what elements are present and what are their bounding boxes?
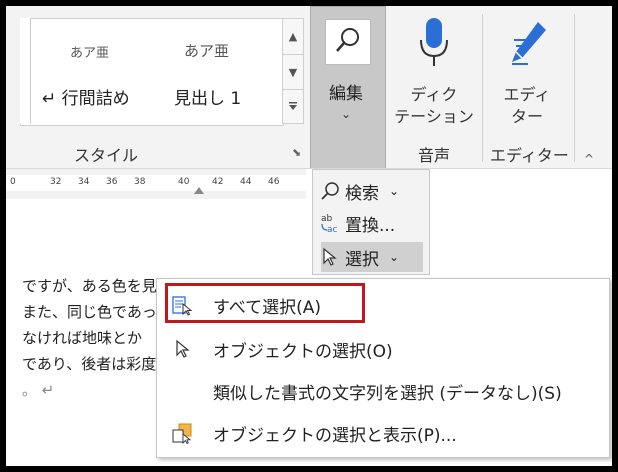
cursor-arrow-icon: [319, 246, 341, 268]
edit-button[interactable]: 編集 ⌄: [310, 6, 386, 169]
microphone-icon: [418, 16, 450, 74]
document-line: また、同じ色であっ: [22, 303, 157, 321]
highlight-box: [165, 283, 365, 323]
document-line: 。 ↵: [22, 381, 55, 399]
editor-label: エディ ター: [484, 84, 570, 128]
menu-item-selection-pane[interactable]: オブジェクトの選択と表示(P)...: [157, 413, 609, 453]
ribbon-separator: [482, 14, 483, 162]
svg-text:ab: ab: [321, 214, 333, 224]
search-icon: [325, 19, 371, 65]
editor-button[interactable]: エディ ター: [484, 6, 570, 136]
replace-icon: ab ac: [319, 212, 341, 234]
document-line: なければ地味とか: [22, 329, 143, 347]
editor-pen-icon: [508, 20, 548, 70]
menu-item-select-similar-formatting[interactable]: 類似した書式の文字列を選択 (データなし)(S): [157, 371, 609, 411]
find-button[interactable]: 検索 ⌄: [319, 176, 399, 206]
chevron-up-icon[interactable]: ▲: [283, 19, 303, 53]
ribbon: あア亜 あア亜 ↵ 行間詰め 見出し 1 ▲ ▼ スタイル ⬊ 編集 ⌄ ディク…: [6, 6, 612, 169]
voice-group-label: 音声: [418, 146, 451, 165]
chevron-down-icon[interactable]: ▼: [283, 54, 303, 90]
dictation-label-line2: テーション: [394, 107, 474, 126]
styles-gallery[interactable]: [20, 18, 284, 126]
dialog-launcher-icon[interactable]: ⬊: [292, 146, 301, 159]
edit-button-label: 編集: [329, 84, 363, 104]
indent-marker[interactable]: [194, 187, 204, 194]
ribbon-separator: [574, 14, 575, 162]
ruler-tick: 36: [106, 177, 118, 187]
styles-group-label: スタイル: [74, 146, 139, 165]
chevron-down-icon: ⌄: [341, 107, 352, 121]
ruler-tick: 42: [212, 177, 224, 187]
editor-label-line1: エディ: [503, 85, 551, 104]
styles-scroll: ▲ ▼: [282, 18, 304, 124]
select-button[interactable]: 選択 ⌄: [319, 242, 399, 272]
select-label: 選択: [345, 249, 379, 270]
editor-label-line2: ター: [510, 107, 543, 126]
select-menu: すべて選択(A) オブジェクトの選択(O) 類似した書式の文字列を選択 (データ…: [156, 278, 610, 458]
replace-button[interactable]: ab ac 置換...: [319, 208, 395, 238]
menu-item-label: オブジェクトの選択と表示(P)...: [213, 425, 457, 446]
styles-gallery-edge: [20, 18, 31, 124]
chevron-down-icon: ⌄: [389, 184, 400, 198]
edit-dropdown: 検索 ⌄ ab ac 置換... 選択 ⌄: [312, 169, 430, 275]
style-no-spacing[interactable]: ↵ 行間詰め: [42, 84, 130, 109]
cursor-arrow-icon: [171, 338, 193, 360]
more-styles-icon[interactable]: [283, 89, 303, 123]
ruler-tick: 44: [240, 177, 252, 187]
ruler-tick: 34: [78, 177, 90, 187]
selection-pane-icon: [171, 422, 193, 444]
style-preview-1: あア亜: [70, 46, 110, 61]
svg-text:ac: ac: [327, 225, 338, 234]
ruler-tick: 32: [50, 177, 62, 187]
style-heading-1[interactable]: 見出し 1: [174, 84, 241, 109]
menu-item-label: 類似した書式の文字列を選択 (データなし)(S): [213, 383, 562, 404]
ruler-tick: 38: [134, 177, 146, 187]
menu-item-label: オブジェクトの選択(O): [213, 341, 393, 362]
document-line: であり、後者は彩度: [22, 355, 157, 373]
ruler-tick: 0: [10, 177, 16, 187]
replace-label: 置換...: [345, 215, 396, 236]
dictation-label: ディク テーション: [390, 84, 478, 128]
horizontal-ruler[interactable]: 0 32 34 36 38 40 42 44 46: [6, 169, 306, 199]
chevron-down-icon: ⌄: [389, 250, 400, 264]
find-label: 検索: [345, 183, 379, 204]
editor-group-label: エディター: [490, 146, 569, 165]
screenshot-frame: あア亜 あア亜 ↵ 行間詰め 見出し 1 ▲ ▼ スタイル ⬊ 編集 ⌄ ディク…: [0, 0, 618, 472]
dictation-button[interactable]: ディク テーション: [390, 6, 478, 136]
collapse-ribbon-icon[interactable]: ^: [584, 152, 594, 166]
search-icon: [319, 180, 341, 202]
dictation-label-line1: ディク: [410, 85, 458, 104]
ruler-tick: 40: [178, 177, 190, 187]
ruler-tick: 46: [268, 177, 280, 187]
style-preview-2: あア亜: [184, 42, 230, 60]
menu-item-select-objects[interactable]: オブジェクトの選択(O): [157, 329, 609, 369]
